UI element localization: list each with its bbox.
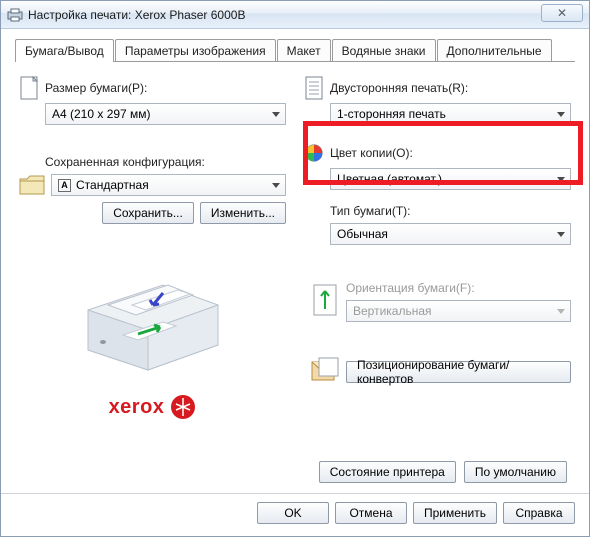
chevron-down-icon xyxy=(557,309,565,314)
paper-size-label: Размер бумаги(P): xyxy=(45,81,147,95)
paper-type-label: Тип бумаги(T): xyxy=(330,202,571,220)
duplex-value: 1-сторонняя печать xyxy=(337,107,446,121)
tab-additional[interactable]: Дополнительные xyxy=(437,39,552,61)
apply-button[interactable]: Применить xyxy=(413,502,497,524)
folder-icon xyxy=(19,174,45,196)
duplex-label: Двусторонняя печать(R): xyxy=(330,81,468,95)
duplex-icon xyxy=(304,76,324,100)
paper-type-select[interactable]: Обычная xyxy=(330,223,571,245)
color-value: Цветная (автомат.) xyxy=(337,172,442,186)
chevron-down-icon xyxy=(557,112,565,117)
chevron-down-icon xyxy=(557,177,565,182)
saved-config-label: Сохраненная конфигурация: xyxy=(45,153,286,171)
window-title: Настройка печати: Xerox Phaser 6000B xyxy=(28,8,245,22)
printer-illustration xyxy=(68,250,238,380)
duplex-select[interactable]: 1-сторонняя печать xyxy=(330,103,571,125)
ok-button[interactable]: OK xyxy=(257,502,329,524)
tab-content: Размер бумаги(P): A4 (210 x 297 мм) Сохр… xyxy=(1,62,589,430)
chevron-down-icon xyxy=(272,112,280,117)
help-button[interactable]: Справка xyxy=(503,502,575,524)
chevron-down-icon xyxy=(557,232,565,237)
saved-config-select[interactable]: A Стандартная xyxy=(51,174,286,196)
close-icon: ✕ xyxy=(557,6,567,20)
envelope-icon xyxy=(310,356,340,384)
orientation-select: Вертикальная xyxy=(346,300,571,322)
color-icon xyxy=(304,141,324,165)
edit-button[interactable]: Изменить... xyxy=(200,202,286,224)
tab-bar: Бумага/Вывод Параметры изображения Макет… xyxy=(1,29,589,61)
print-settings-dialog: Настройка печати: Xerox Phaser 6000B ✕ Б… xyxy=(0,0,590,537)
color-label: Цвет копии(O): xyxy=(330,146,413,160)
defaults-button[interactable]: По умолчанию xyxy=(464,461,567,483)
orientation-label: Ориентация бумаги(F): xyxy=(346,279,571,297)
paper-size-value: A4 (210 x 297 мм) xyxy=(52,107,151,121)
cancel-button[interactable]: Отмена xyxy=(335,502,407,524)
save-button[interactable]: Сохранить... xyxy=(102,202,194,224)
printer-status-button[interactable]: Состояние принтера xyxy=(319,461,456,483)
tab-image-params[interactable]: Параметры изображения xyxy=(115,39,276,61)
printer-icon xyxy=(7,8,23,22)
tab-paper-output[interactable]: Бумага/Вывод xyxy=(15,39,114,62)
a-badge: A xyxy=(58,179,71,192)
tab-layout[interactable]: Макет xyxy=(277,39,331,61)
xerox-ball-icon xyxy=(170,394,196,420)
chevron-down-icon xyxy=(272,183,280,188)
saved-config-value: Стандартная xyxy=(76,178,149,192)
tab-watermarks[interactable]: Водяные знаки xyxy=(332,39,436,61)
close-button[interactable]: ✕ xyxy=(541,4,583,22)
color-select[interactable]: Цветная (автомат.) xyxy=(330,168,571,190)
positioning-button[interactable]: Позиционирование бумаги/конвертов xyxy=(346,361,571,383)
xerox-logo: xerox xyxy=(109,394,197,420)
page-icon xyxy=(19,76,39,100)
paper-type-value: Обычная xyxy=(337,227,388,241)
orientation-value: Вертикальная xyxy=(353,304,432,318)
titlebar: Настройка печати: Xerox Phaser 6000B ✕ xyxy=(1,1,589,29)
orientation-icon xyxy=(311,283,339,317)
paper-size-select[interactable]: A4 (210 x 297 мм) xyxy=(45,103,286,125)
